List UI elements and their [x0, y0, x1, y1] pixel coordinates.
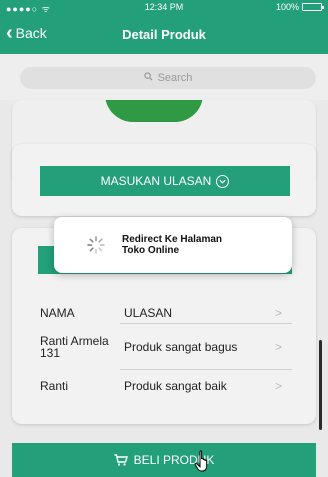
add-review-label: MASUKAN ULASAN — [100, 174, 212, 188]
chevron-right-icon: > — [274, 379, 282, 393]
status-bar: ●●●●○ ᯤ 12:34 PM 100% — [0, 0, 328, 14]
table-header: NAMA ULASAN > — [40, 302, 292, 324]
loading-toast: Redirect Ke Halaman Toko Online — [54, 217, 292, 273]
table-row[interactable]: Ranti Armela 131 Produk sangat bagus > — [40, 324, 292, 370]
hand-cursor-icon — [194, 450, 208, 472]
header-review-label: ULASAN — [124, 305, 173, 320]
review-action-card: MASUKAN ULASAN — [12, 144, 316, 216]
add-review-button[interactable]: MASUKAN ULASAN — [40, 166, 290, 196]
buy-product-button[interactable]: BELI PRODUK — [12, 443, 316, 477]
reviewer-name: Ranti Armela 131 — [40, 334, 109, 360]
page-title: Detail Produk — [122, 27, 206, 42]
header-name: NAMA — [40, 306, 75, 320]
search-input[interactable]: Search — [20, 67, 316, 89]
phone-screen: ●●●●○ ᯤ 12:34 PM 100% ‹ Back Detail Prod… — [0, 0, 328, 477]
review-text: Produk sangat bagus — [124, 339, 238, 354]
product-image — [105, 100, 203, 122]
spinner-icon — [87, 236, 105, 254]
toast-message: Redirect Ke Halaman Toko Online — [122, 234, 222, 256]
battery-icon — [302, 3, 324, 11]
table-row[interactable]: Ranti Produk sangat baik > — [40, 370, 292, 402]
header-review[interactable]: ULASAN > — [120, 302, 292, 324]
search-icon — [143, 72, 153, 84]
chevron-right-icon: > — [274, 305, 282, 320]
chevron-right-icon: > — [274, 339, 282, 354]
toast-line-2: Toko Online — [122, 245, 180, 256]
nav-bar: ‹ Back Detail Produk — [0, 14, 328, 54]
review-text: Produk sangat baik — [124, 379, 227, 393]
search-placeholder: Search — [157, 72, 193, 84]
battery-percent: 100% — [275, 2, 299, 12]
battery-status: 100% — [275, 2, 324, 12]
chevron-down-icon — [216, 174, 230, 188]
toast-line-1: Redirect Ke Halaman — [122, 234, 223, 245]
scroll-indicator[interactable] — [319, 340, 322, 430]
reviewer-name: Ranti — [40, 379, 69, 393]
search-bar-container: Search — [0, 54, 328, 100]
reviews-table: NAMA ULASAN > Ranti Armela 131 Produk sa… — [40, 302, 292, 402]
review-cell: Produk sangat bagus > — [120, 324, 292, 370]
review-cell: Produk sangat baik > — [120, 370, 292, 402]
cart-icon — [114, 454, 128, 466]
